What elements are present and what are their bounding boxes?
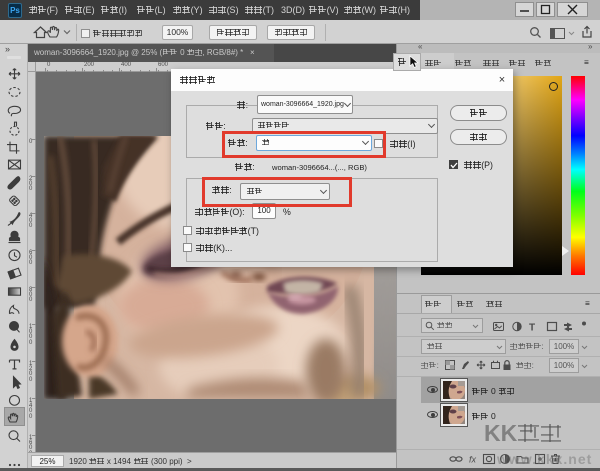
svg-text:T: T <box>529 323 535 333</box>
svg-text:fx: fx <box>469 455 477 465</box>
